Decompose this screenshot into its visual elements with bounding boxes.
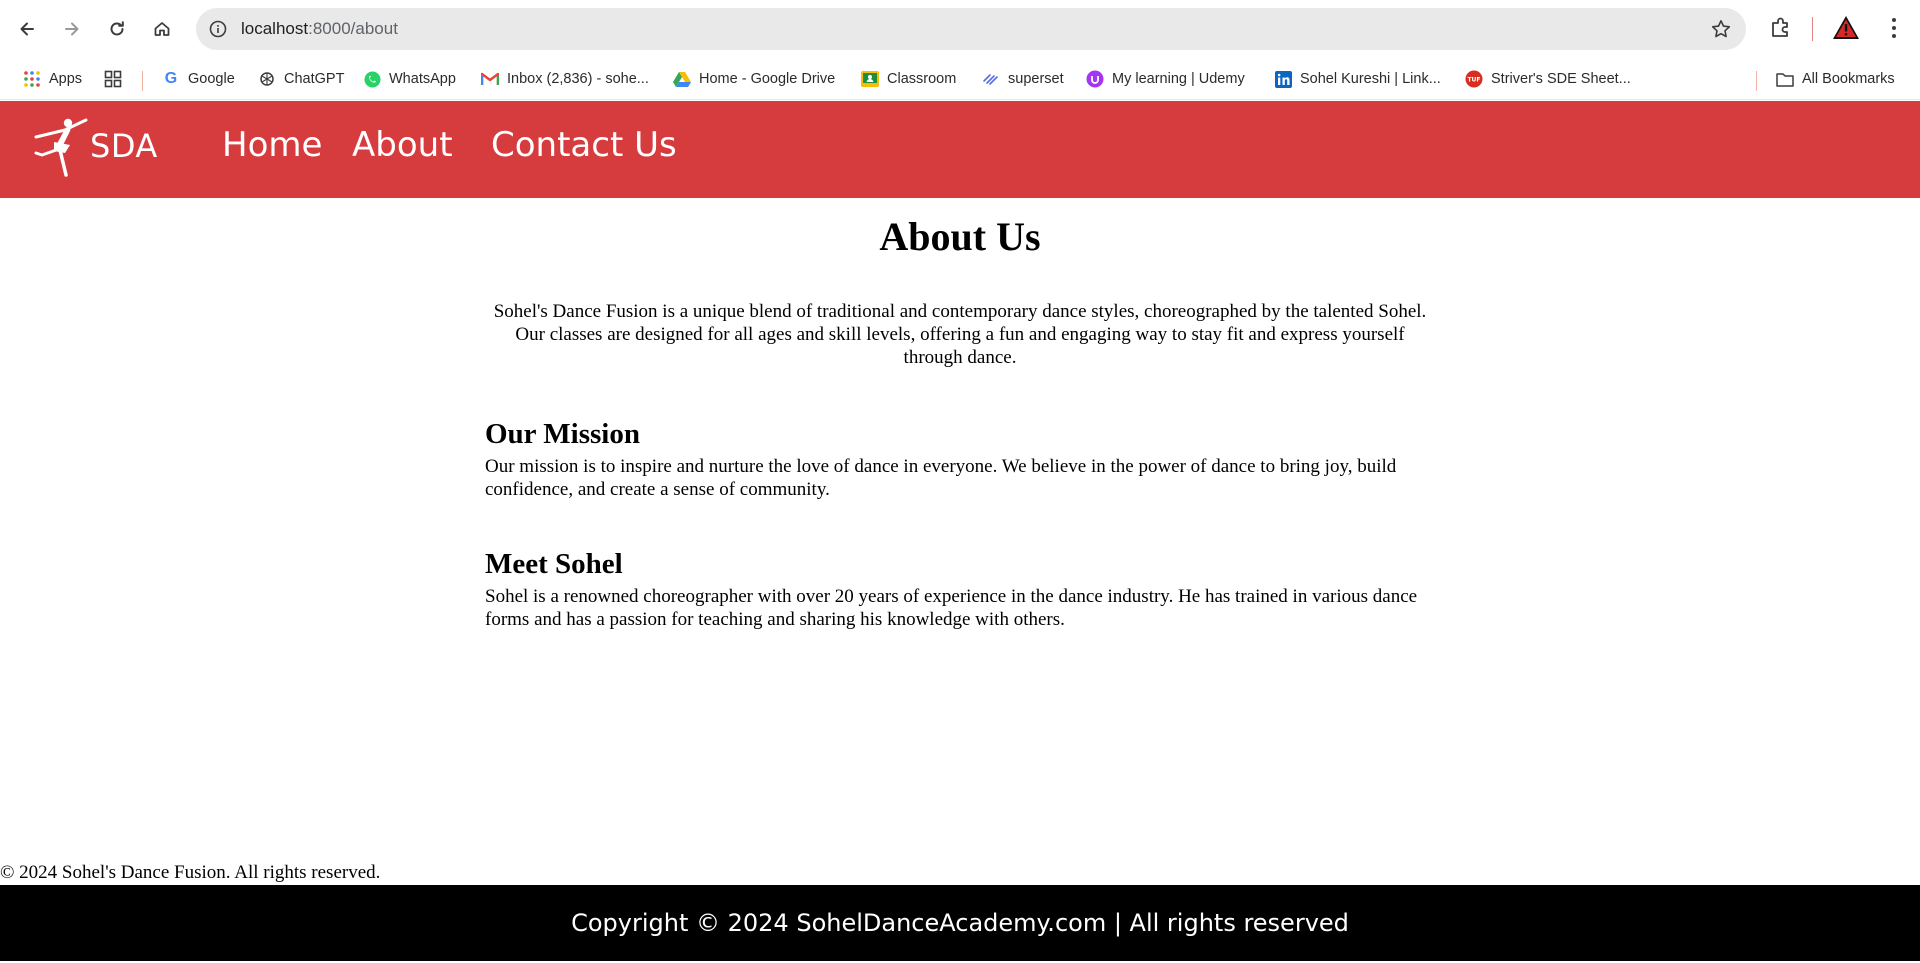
back-button[interactable] — [11, 13, 43, 45]
bookmark-google[interactable]: G Google — [162, 68, 235, 90]
nav-home[interactable]: Home — [222, 125, 322, 165]
tab-groups-icon — [104, 70, 122, 88]
bookmark-label: Sohel Kureshi | Link... — [1300, 71, 1441, 87]
bookmark-label: Classroom — [887, 71, 957, 87]
reload-button[interactable] — [101, 13, 133, 45]
forward-arrow-icon — [65, 22, 79, 36]
url-path: :8000/about — [308, 19, 398, 38]
back-arrow-icon — [20, 22, 34, 36]
copyright-text: © 2024 Sohel's Dance Fusion. All rights … — [0, 862, 381, 883]
dancer-logo-icon[interactable] — [32, 117, 90, 179]
bookmark-separator — [1756, 71, 1757, 91]
nav-about[interactable]: About — [352, 125, 453, 165]
mission-text: Our mission is to inspire and nurture th… — [485, 456, 1397, 500]
tab-groups-button[interactable] — [104, 68, 122, 90]
bookmark-classroom[interactable]: Classroom — [861, 68, 956, 90]
site-info-icon[interactable] — [206, 17, 230, 41]
bookmark-label: Inbox (2,836) - sohe... — [507, 71, 649, 87]
toolbar-divider — [1812, 17, 1813, 41]
classroom-icon — [861, 70, 879, 88]
bookmark-label: Google — [188, 71, 235, 87]
bookmarks-bar: Apps G Google ChatGPT WhatsApp Inbox (2,… — [0, 58, 1920, 100]
bookmark-linkedin[interactable]: Sohel Kureshi | Link... — [1274, 68, 1441, 90]
gmail-icon — [481, 70, 499, 88]
bookmark-star-icon[interactable] — [1710, 18, 1732, 40]
bookmark-label: superset — [1008, 71, 1064, 87]
site-footer: Copyright © 2024 SohelDanceAcademy.com |… — [0, 885, 1920, 961]
bookmark-striver[interactable]: TUF Striver's SDE Sheet... — [1465, 68, 1631, 90]
google-drive-icon — [673, 70, 691, 88]
bookmark-label: Apps — [49, 71, 83, 87]
superset-icon — [982, 70, 1000, 88]
all-bookmarks-label: All Bookmarks — [1802, 71, 1895, 87]
browser-menu-button[interactable] — [1880, 14, 1908, 42]
folder-icon — [1776, 70, 1794, 88]
profile-avatar-icon[interactable] — [1831, 13, 1861, 43]
home-button[interactable] — [146, 13, 178, 45]
linkedin-icon — [1274, 70, 1292, 88]
bookmark-chatgpt[interactable]: ChatGPT — [258, 68, 344, 90]
browser-toolbar: localhost:8000/about — [0, 0, 1920, 58]
address-bar[interactable]: localhost:8000/about — [196, 8, 1746, 50]
forward-button[interactable] — [56, 13, 88, 45]
reload-icon — [110, 21, 124, 36]
bookmark-apps[interactable]: Apps — [23, 68, 82, 90]
whatsapp-icon — [363, 70, 381, 88]
bookmark-udemy[interactable]: My learning | Udemy — [1086, 68, 1245, 90]
url-host: localhost — [241, 19, 309, 38]
site-header: SDA Home About Contact Us — [0, 101, 1920, 198]
extensions-puzzle-icon[interactable] — [1767, 14, 1795, 42]
home-icon — [154, 22, 170, 36]
bookmark-label: WhatsApp — [389, 71, 456, 87]
bookmark-label: Home - Google Drive — [699, 71, 836, 87]
chatgpt-icon — [258, 70, 276, 88]
url-text[interactable]: localhost:8000/about — [241, 19, 398, 39]
brand-name[interactable]: SDA — [90, 127, 158, 165]
bookmark-superset[interactable]: superset — [982, 68, 1064, 90]
page-title: About Us — [879, 214, 1041, 259]
nav-contact-us[interactable]: Contact Us — [491, 125, 677, 165]
all-bookmarks-button[interactable]: All Bookmarks — [1776, 68, 1895, 90]
bookmark-gmail[interactable]: Inbox (2,836) - sohe... — [481, 68, 649, 90]
svg-text:TUF: TUF — [1467, 77, 1480, 84]
meet-sohel-text: Sohel is a renowned choreographer with o… — [485, 586, 1418, 630]
bookmark-google-drive[interactable]: Home - Google Drive — [673, 68, 835, 90]
apps-grid-icon — [23, 70, 41, 88]
bookmark-label: ChatGPT — [284, 71, 345, 87]
google-icon: G — [164, 70, 178, 87]
bookmark-label: Striver's SDE Sheet... — [1491, 71, 1631, 87]
tuf-icon: TUF — [1465, 70, 1483, 88]
bookmark-separator — [142, 71, 143, 91]
intro-paragraph: Sohel's Dance Fusion is a unique blend o… — [493, 301, 1427, 368]
mission-heading: Our Mission — [485, 418, 640, 450]
udemy-icon — [1086, 70, 1104, 88]
footer-copyright: Copyright © 2024 SohelDanceAcademy.com |… — [571, 909, 1349, 937]
bookmark-whatsapp[interactable]: WhatsApp — [363, 68, 456, 90]
meet-sohel-heading: Meet Sohel — [485, 548, 623, 580]
bookmark-label: My learning | Udemy — [1112, 71, 1245, 87]
